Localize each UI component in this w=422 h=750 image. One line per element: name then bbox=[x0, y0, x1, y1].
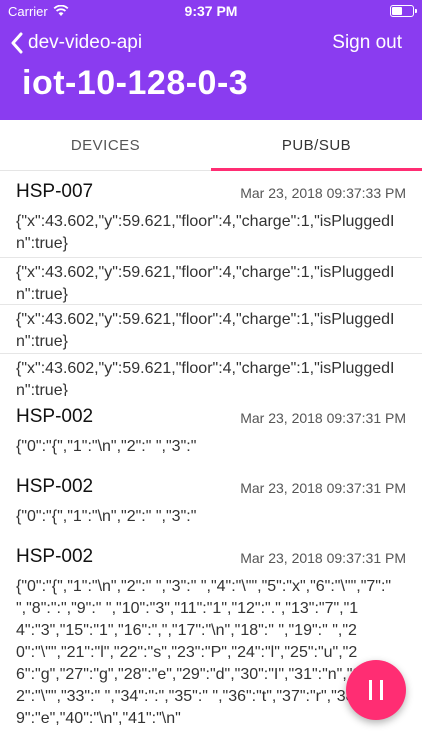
message-group: HSP-002 Mar 23, 2018 09:37:31 PM {"0":"{… bbox=[0, 466, 422, 536]
device-name: HSP-002 bbox=[16, 546, 94, 567]
message-group: HSP-002 Mar 23, 2018 09:37:31 PM {"0":"{… bbox=[0, 536, 422, 750]
app-header: Carrier 9:37 PM dev-video-api Sign out i… bbox=[0, 0, 422, 120]
page-title: iot-10-128-0-3 bbox=[22, 64, 249, 102]
pause-button[interactable] bbox=[346, 660, 406, 720]
message-payload: {"x":43.602,"y":59.621,"floor":4,"charge… bbox=[16, 360, 395, 396]
status-bar: Carrier 9:37 PM bbox=[0, 0, 422, 22]
message-payload: {"0":"{","1":"\n","2":" ","3":" ","4":"\… bbox=[16, 578, 404, 727]
message-payload: {"0":"{","1":"\n","2":" ","3":" bbox=[16, 508, 197, 525]
pause-icon bbox=[365, 680, 387, 700]
message-payload: {"x":43.602,"y":59.621,"floor":4,"charge… bbox=[0, 258, 422, 305]
message-group: HSP-007 Mar 23, 2018 09:37:33 PM {"x":43… bbox=[0, 171, 422, 396]
device-name: HSP-002 bbox=[16, 406, 94, 427]
back-button[interactable]: dev-video-api bbox=[10, 32, 142, 54]
status-time: 9:37 PM bbox=[184, 3, 238, 19]
device-name: HSP-002 bbox=[16, 476, 94, 497]
message-timestamp: Mar 23, 2018 09:37:33 PM bbox=[240, 185, 406, 201]
carrier-label: Carrier bbox=[8, 3, 48, 19]
tab-devices[interactable]: DEVICES bbox=[0, 120, 211, 170]
device-name: HSP-007 bbox=[16, 181, 94, 202]
message-timestamp: Mar 23, 2018 09:37:31 PM bbox=[240, 550, 406, 566]
message-list[interactable]: HSP-007 Mar 23, 2018 09:37:33 PM {"x":43… bbox=[0, 171, 422, 750]
wifi-icon bbox=[53, 5, 69, 16]
message-timestamp: Mar 23, 2018 09:37:31 PM bbox=[240, 410, 406, 426]
battery-icon bbox=[389, 5, 417, 17]
chevron-left-icon bbox=[11, 32, 23, 54]
message-payload: {"x":43.602,"y":59.621,"floor":4,"charge… bbox=[0, 305, 422, 354]
message-payload: {"x":43.602,"y":59.621,"floor":4,"charge… bbox=[0, 203, 422, 258]
sign-out-button[interactable]: Sign out bbox=[332, 32, 402, 54]
message-group: HSP-002 Mar 23, 2018 09:37:31 PM {"0":"{… bbox=[0, 396, 422, 466]
back-label: dev-video-api bbox=[28, 32, 143, 53]
tab-bar: DEVICES PUB/SUB bbox=[0, 120, 422, 171]
tab-pubsub[interactable]: PUB/SUB bbox=[211, 120, 422, 170]
message-timestamp: Mar 23, 2018 09:37:31 PM bbox=[240, 480, 406, 496]
navigation-bar: dev-video-api Sign out bbox=[0, 22, 422, 64]
message-payload: {"0":"{","1":"\n","2":" ","3":" bbox=[16, 438, 197, 455]
